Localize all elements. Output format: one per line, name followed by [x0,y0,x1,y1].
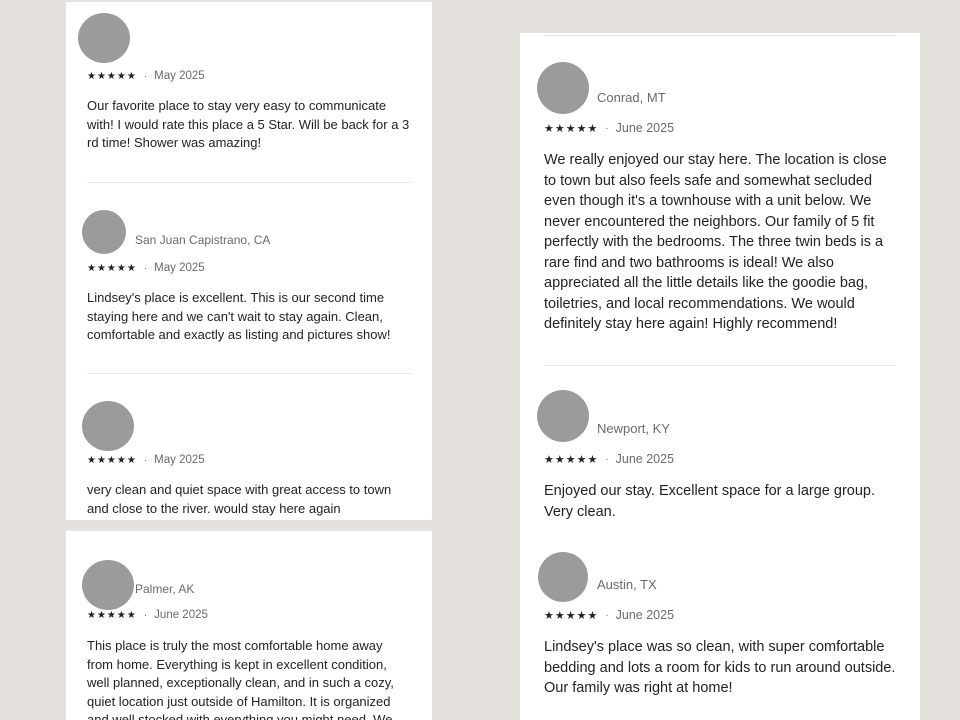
review-card-right: Conrad, MT ★★★★★ · June 2025 We really e… [520,33,920,720]
avatar[interactable] [78,13,130,63]
reviewer-location: San Juan Capistrano, CA [135,233,271,247]
review-meta: ★★★★★ · June 2025 [544,121,674,135]
reviewer-location: Newport, KY [597,421,670,436]
separator: · [143,70,148,82]
avatar[interactable] [82,560,134,610]
review-meta: ★★★★★ · May 2025 [87,454,205,466]
review-card-left-top: ★★★★★ · May 2025 Our favorite place to s… [66,2,432,520]
divider [544,35,896,36]
review-text: This place is truly the most comfortable… [87,638,394,720]
review-text: Enjoyed our stay. Excellent space for a … [544,483,876,520]
separator: · [143,262,148,274]
review-meta: ★★★★★ · May 2025 [87,70,205,82]
star-icon: ★★★★★ [87,609,137,621]
separator: · [143,609,148,621]
divider [66,530,432,531]
review-date: May 2025 [154,262,205,274]
review-text: Lindsey's place is excellent. This is ou… [87,290,391,342]
star-icon: ★★★★★ [544,609,599,622]
separator: · [605,122,609,134]
star-icon: ★★★★★ [87,454,137,466]
avatar[interactable] [82,401,134,451]
review-date: June 2025 [615,452,675,466]
avatar[interactable] [537,390,589,442]
star-icon: ★★★★★ [544,122,599,135]
separator: · [143,454,148,466]
review-date: June 2025 [154,609,208,621]
review-meta: ★★★★★ · May 2025 [87,262,205,274]
review-date: June 2025 [615,608,675,622]
avatar[interactable] [82,210,126,254]
review-meta: ★★★★★ · June 2025 [544,608,674,622]
star-icon: ★★★★★ [87,70,137,82]
avatar[interactable] [538,552,588,602]
reviewer-location: Austin, TX [597,577,657,592]
star-icon: ★★★★★ [87,262,137,274]
review-text: Lindsey's place was so clean, with super… [544,639,896,696]
star-icon: ★★★★★ [544,453,599,466]
review-date: June 2025 [615,121,675,135]
avatar[interactable] [537,62,589,114]
review-meta: ★★★★★ · June 2025 [544,452,674,466]
review-date: May 2025 [154,454,205,466]
review-text: Our favorite place to stay very easy to … [87,98,410,150]
divider [87,373,411,374]
review-text: We really enjoyed our stay here. The loc… [544,152,887,332]
review-date: May 2025 [154,70,205,82]
separator: · [605,453,609,465]
divider [87,182,411,183]
divider [544,365,896,366]
reviewer-location: Conrad, MT [597,90,666,105]
review-meta: ★★★★★ · June 2025 [87,609,208,621]
review-card-left-bottom: Palmer, AK ★★★★★ · June 2025 This place … [66,530,432,720]
reviewer-location: Palmer, AK [135,582,195,596]
review-text: very clean and quiet space with great ac… [87,482,392,516]
separator: · [605,609,609,621]
